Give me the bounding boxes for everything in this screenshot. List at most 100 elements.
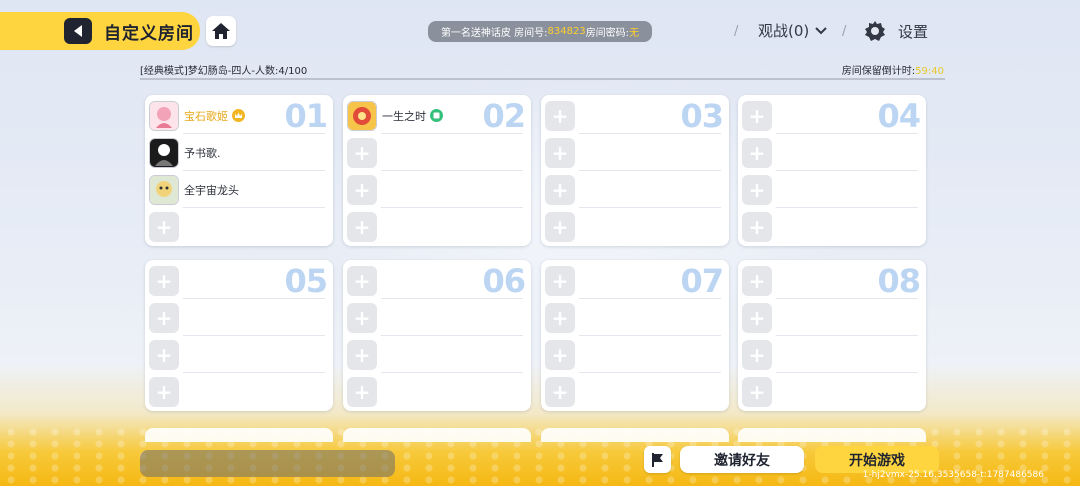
plus-icon: + [545, 211, 575, 242]
empty-slot[interactable]: + [545, 210, 725, 243]
slot-divider [776, 298, 918, 299]
empty-slot[interactable]: + [545, 99, 725, 134]
slot-divider [183, 133, 325, 134]
plus-icon: + [347, 339, 377, 370]
slot-divider [776, 335, 918, 336]
player-avatar [347, 100, 377, 131]
team-card-05: 05 + + + + [145, 260, 333, 411]
plus-icon: + [347, 174, 377, 205]
plus-icon: + [347, 211, 377, 242]
chat-input-bar[interactable] [140, 450, 395, 477]
empty-slot[interactable]: + [149, 338, 329, 373]
settings-label: 设置 [898, 22, 929, 41]
slot-divider [776, 133, 918, 134]
player-slot[interactable]: 全宇宙龙头 [149, 173, 329, 208]
slot-divider [579, 207, 721, 208]
empty-slot[interactable]: + [742, 173, 922, 208]
slot-divider [579, 298, 721, 299]
plus-icon: + [149, 265, 179, 296]
empty-slot[interactable]: + [149, 375, 329, 408]
divider-slash: / [842, 24, 847, 39]
plus-icon: + [347, 137, 377, 168]
flag-icon [651, 452, 663, 467]
slot-divider [579, 335, 721, 336]
plus-icon: + [149, 376, 179, 407]
plus-icon: + [149, 302, 179, 333]
slot-divider [381, 133, 523, 134]
empty-slot[interactable]: + [742, 375, 922, 408]
plus-icon: + [545, 100, 575, 131]
empty-slot[interactable]: + [545, 301, 725, 336]
slot-divider [183, 372, 325, 373]
team-card-partial [541, 428, 729, 442]
team-card-08: 08 + + + + [738, 260, 926, 411]
plus-icon: + [742, 211, 772, 242]
slot-divider [183, 170, 325, 171]
player-name: 一生之时 [382, 109, 426, 123]
room-timer-label: 房间保留倒计时: [841, 66, 916, 77]
slot-divider [381, 372, 523, 373]
team-card-07: 07 + + + + [541, 260, 729, 411]
player-slot[interactable]: 予书歌. [149, 136, 329, 171]
room-number: 834823 [547, 26, 586, 37]
plus-icon: + [545, 137, 575, 168]
plus-icon: + [742, 339, 772, 370]
empty-slot[interactable]: + [545, 338, 725, 373]
back-arrow-icon [74, 25, 82, 37]
empty-slot[interactable]: + [149, 301, 329, 336]
empty-slot[interactable]: + [149, 264, 329, 299]
empty-slot[interactable]: + [545, 264, 725, 299]
empty-slot[interactable]: + [545, 375, 725, 408]
empty-slot[interactable]: + [347, 338, 527, 373]
plus-icon: + [149, 339, 179, 370]
empty-slot[interactable]: + [545, 173, 725, 208]
slot-divider [579, 170, 721, 171]
empty-slot[interactable]: + [742, 136, 922, 171]
player-slot[interactable]: 一生之时 [347, 99, 527, 134]
spectate-dropdown[interactable]: 观战(0) [758, 20, 827, 41]
team-card-03: 03 + + + + [541, 95, 729, 246]
empty-slot[interactable]: + [347, 264, 527, 299]
slot-divider [776, 372, 918, 373]
slot-divider [579, 372, 721, 373]
settings-button[interactable]: 设置 [864, 20, 928, 42]
player-slot[interactable]: 宝石歌姬 [149, 99, 329, 134]
slot-divider [579, 133, 721, 134]
empty-slot[interactable]: + [347, 210, 527, 243]
slot-divider [183, 335, 325, 336]
home-button[interactable] [206, 16, 236, 46]
player-name: 宝石歌姬 [184, 109, 228, 123]
slot-divider [381, 170, 523, 171]
team-card-02: 02 一生之时 + + + [343, 95, 531, 246]
slot-divider [381, 207, 523, 208]
player-name: 予书歌. [184, 146, 221, 160]
empty-slot[interactable]: + [545, 136, 725, 171]
empty-slot[interactable]: + [347, 301, 527, 336]
empty-slot[interactable]: + [742, 99, 922, 134]
back-button[interactable] [64, 18, 92, 44]
empty-slot[interactable]: + [742, 338, 922, 373]
empty-slot[interactable]: + [742, 264, 922, 299]
room-timer-value: 59:40 [915, 66, 944, 77]
empty-slot[interactable]: + [347, 136, 527, 171]
player-name: 全宇宙龙头 [184, 183, 239, 197]
empty-slot[interactable]: + [149, 210, 329, 243]
plus-icon: + [742, 100, 772, 131]
empty-slot[interactable]: + [742, 301, 922, 336]
slot-divider [381, 335, 523, 336]
header-divider [140, 78, 945, 80]
empty-slot[interactable]: + [347, 173, 527, 208]
team-card-partial [145, 428, 333, 442]
status-icon [430, 109, 443, 122]
flag-button[interactable] [644, 446, 671, 473]
start-game-button[interactable]: 开始游戏 [815, 446, 939, 473]
team-card-01: 01 宝石歌姬 予书歌. 全宇宙龙头 + [145, 95, 333, 246]
gear-icon [865, 21, 885, 41]
empty-slot[interactable]: + [347, 375, 527, 408]
home-icon [212, 23, 230, 39]
empty-slot[interactable]: + [742, 210, 922, 243]
plus-icon: + [742, 302, 772, 333]
invite-friends-button[interactable]: 邀请好友 [680, 446, 804, 473]
player-avatar [149, 174, 179, 205]
team-card-06: 06 + + + + [343, 260, 531, 411]
